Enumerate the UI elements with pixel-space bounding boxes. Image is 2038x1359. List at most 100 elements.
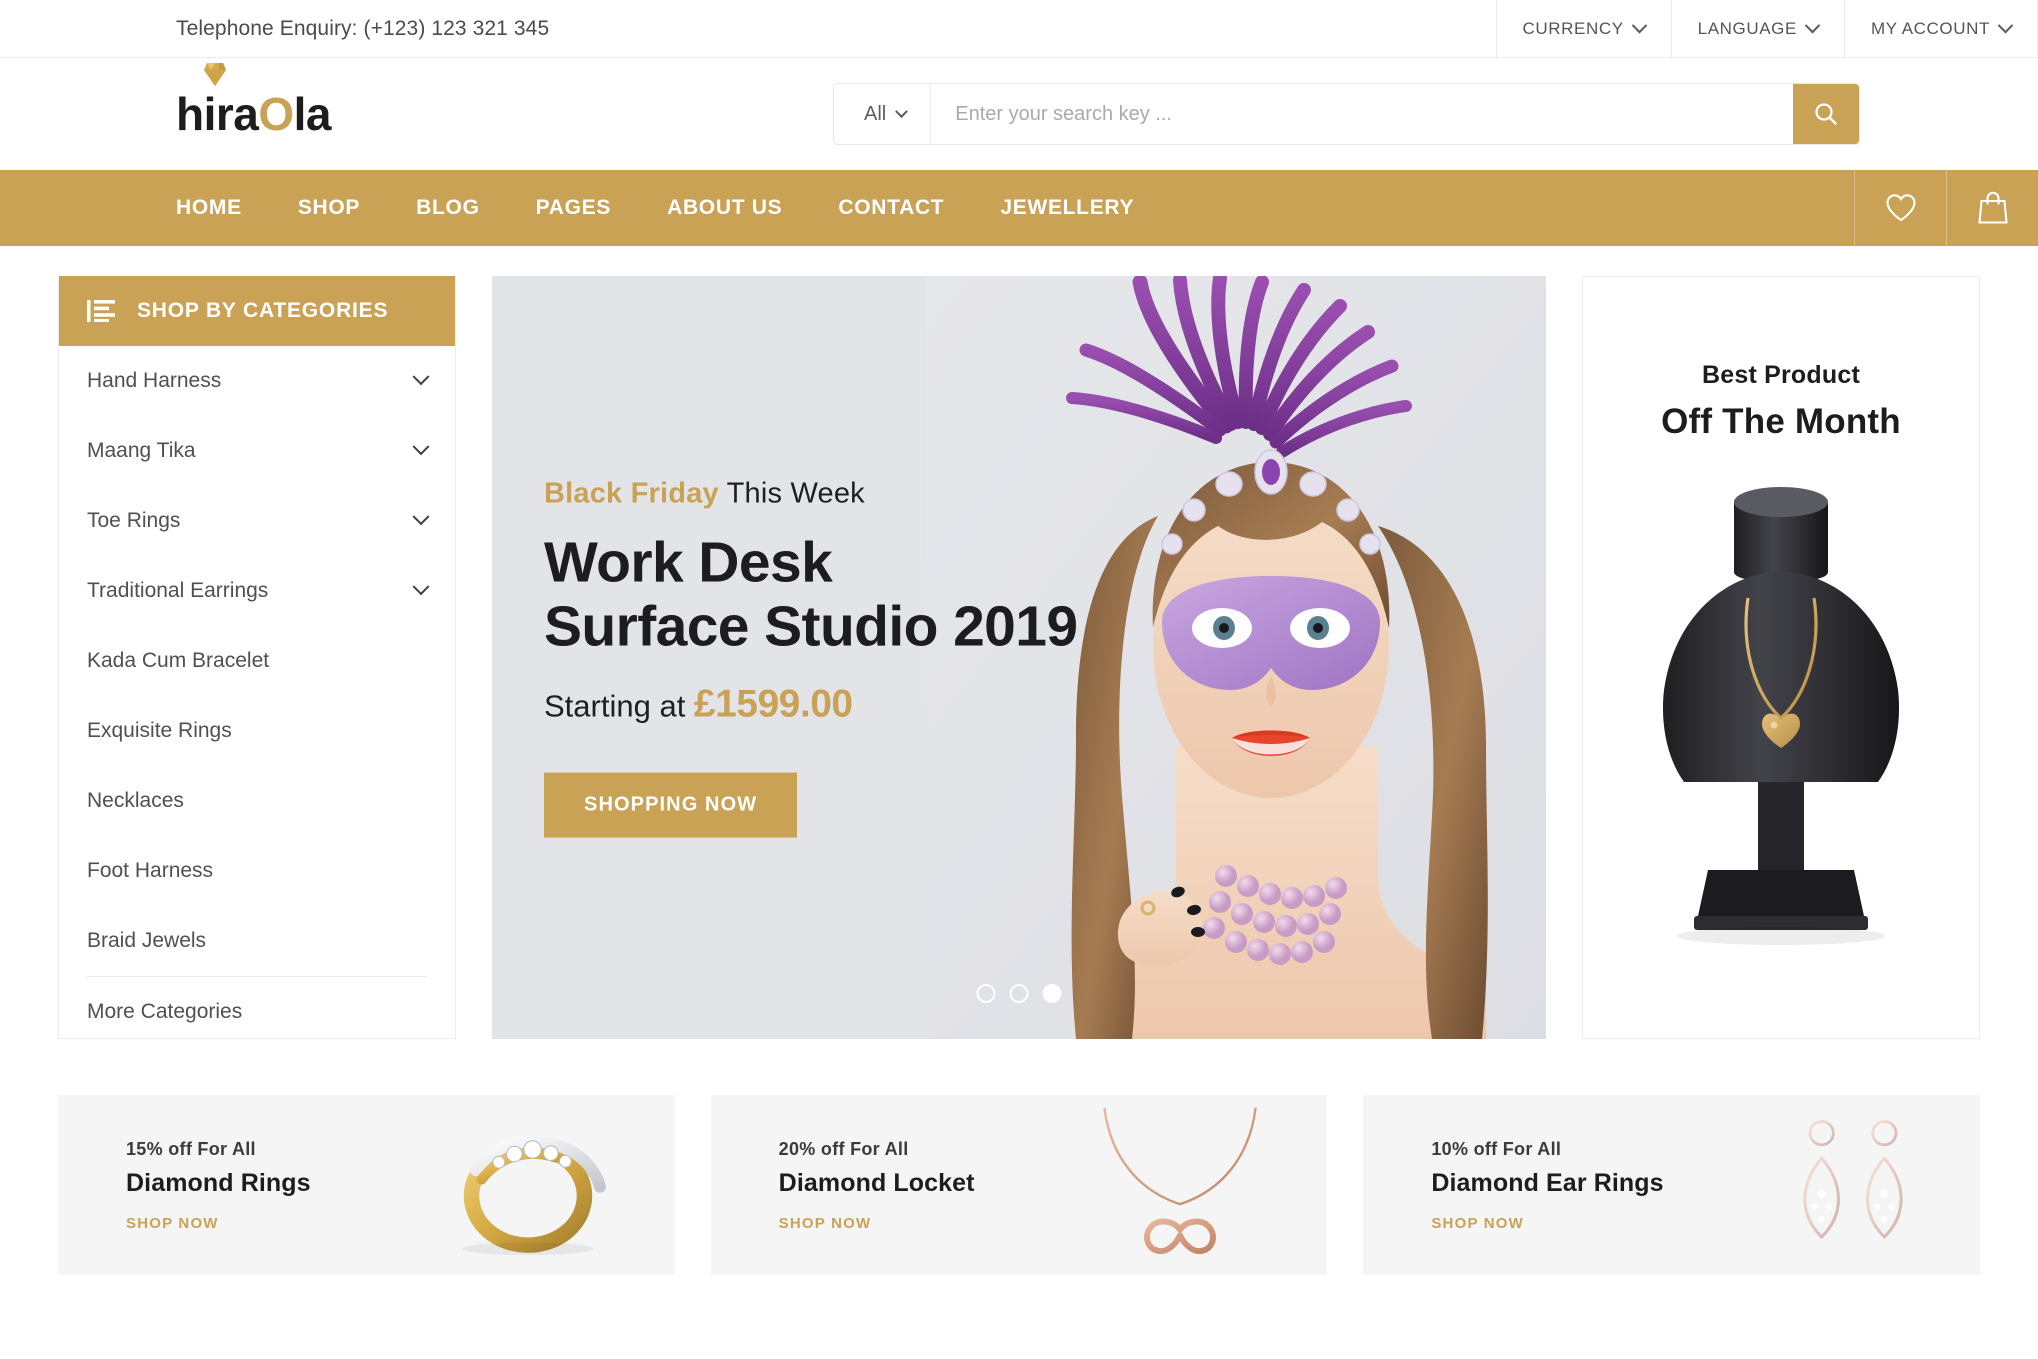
sidebar-item-hand-harness[interactable]: Hand Harness xyxy=(87,346,430,416)
logo-part-3: la xyxy=(293,88,332,140)
category-list-icon xyxy=(87,300,115,322)
hero-price-prefix: Starting at xyxy=(544,688,694,724)
promo-banner-row: 15% off For All Diamond Rings SHOP NOW 2… xyxy=(0,1039,2038,1275)
shop-by-categories-header[interactable]: SHOP BY CATEGORIES xyxy=(59,276,455,346)
promo-product-name: Diamond Rings xyxy=(126,1168,311,1197)
category-label: Braid Jewels xyxy=(87,929,207,952)
chevron-down-icon xyxy=(1997,17,2014,34)
chevron-down-icon xyxy=(895,104,909,118)
sidebar-item-more-categories[interactable]: More Categories xyxy=(87,976,427,1038)
promo-text-block: 20% off For All Diamond Locket SHOP NOW xyxy=(711,1139,975,1232)
promo-shop-now-link[interactable]: SHOP NOW xyxy=(779,1215,975,1232)
hero-kicker-rest: This Week xyxy=(718,477,865,510)
carousel-dots xyxy=(976,984,1062,1003)
nav-item-pages[interactable]: PAGES xyxy=(508,196,639,220)
sidebar-item-maang-tika[interactable]: Maang Tika xyxy=(87,416,430,486)
promo-text-block: 15% off For All Diamond Rings SHOP NOW xyxy=(58,1139,311,1232)
language-label: LANGUAGE xyxy=(1697,18,1797,38)
sidebar-item-foot-harness[interactable]: Foot Harness xyxy=(87,836,427,906)
search-submit-button[interactable] xyxy=(1793,84,1859,144)
wishlist-heart-icon xyxy=(1885,194,1916,222)
chevron-down-icon[interactable] xyxy=(412,578,430,596)
promo-banner-diamond-rings[interactable]: 15% off For All Diamond Rings SHOP NOW xyxy=(58,1095,675,1275)
search-category-dropdown[interactable]: All xyxy=(834,84,932,144)
language-selector[interactable]: LANGUAGE xyxy=(1670,0,1844,58)
nav-item-home[interactable]: HOME xyxy=(176,196,270,220)
category-label: Kada Cum Bracelet xyxy=(87,649,270,672)
diamond-ring-icon xyxy=(462,1135,606,1256)
category-list: Hand Harness Maang Tika Toe Rings Tradit… xyxy=(59,346,455,1038)
nav-item-contact[interactable]: CONTACT xyxy=(810,196,972,220)
necklace-display-bust-image xyxy=(1662,487,1900,945)
nav-item-jewellery[interactable]: JEWELLERY xyxy=(972,196,1162,220)
search-icon xyxy=(1815,103,1837,125)
chevron-down-icon[interactable] xyxy=(412,508,430,526)
best-product-subtitle: Best Product xyxy=(1702,361,1860,389)
hero-title: Work Desk Surface Studio 2019 xyxy=(544,530,1078,659)
nav-item-list: HOME SHOP BLOG PAGES ABOUT US CONTACT JE… xyxy=(176,196,1162,220)
main-navigation: HOME SHOP BLOG PAGES ABOUT US CONTACT JE… xyxy=(0,170,2038,246)
shopping-now-button[interactable]: SHOPPING NOW xyxy=(544,772,798,838)
promo-banner-diamond-ear-rings[interactable]: 10% off For All Diamond Ear Rings SHOP N… xyxy=(1363,1095,1981,1275)
my-account-menu[interactable]: MY ACCOUNT xyxy=(1843,0,2038,58)
carousel-dot-2[interactable] xyxy=(1009,984,1029,1003)
currency-selector[interactable]: CURRENCY xyxy=(1495,0,1671,58)
sidebar-header-label: SHOP BY CATEGORIES xyxy=(137,299,389,322)
carousel-dot-3[interactable] xyxy=(1042,984,1062,1003)
nav-item-about-us[interactable]: ABOUT US xyxy=(639,196,810,220)
promo-shop-now-link[interactable]: SHOP NOW xyxy=(1431,1215,1663,1232)
logo-wordmark: hiraOla xyxy=(176,88,332,140)
main-content: SHOP BY CATEGORIES Hand Harness Maang Ti… xyxy=(0,246,2038,1039)
hero-title-line-1: Work Desk xyxy=(544,530,833,595)
sidebar-item-exquisite-rings[interactable]: Exquisite Rings xyxy=(87,696,427,766)
chevron-down-icon[interactable] xyxy=(412,438,430,456)
site-header: hiraOla All xyxy=(0,58,2038,170)
category-sidebar: SHOP BY CATEGORIES Hand Harness Maang Ti… xyxy=(58,276,456,1039)
hero-title-line-2: Surface Studio 2019 xyxy=(544,594,1078,659)
my-account-label: MY ACCOUNT xyxy=(1870,18,1990,38)
logo-part-2: a xyxy=(233,88,259,140)
top-bar: Telephone Enquiry: (+123) 123 321 345 CU… xyxy=(0,0,2038,58)
promo-discount-label: 15% off For All xyxy=(126,1138,256,1159)
shopping-bag-icon xyxy=(1977,191,2008,224)
nav-item-shop[interactable]: SHOP xyxy=(270,196,388,220)
search-input[interactable] xyxy=(931,84,1793,144)
site-logo[interactable]: hiraOla xyxy=(176,63,332,140)
telephone-enquiry: Telephone Enquiry: (+123) 123 321 345 xyxy=(176,16,550,40)
cart-button[interactable] xyxy=(1946,170,2038,246)
category-label: Foot Harness xyxy=(87,859,214,882)
infinity-necklace-icon xyxy=(1103,1106,1258,1254)
hero-price: Starting at £1599.00 xyxy=(544,683,1077,727)
best-product-title: Off The Month xyxy=(1661,402,1901,441)
category-label: Maang Tika xyxy=(87,439,196,462)
top-bar-right-nav: CURRENCY LANGUAGE MY ACCOUNT xyxy=(1495,0,2038,58)
sidebar-item-traditional-earrings[interactable]: Traditional Earrings xyxy=(87,556,430,626)
sidebar-item-necklaces[interactable]: Necklaces xyxy=(87,766,427,836)
sidebar-item-toe-rings[interactable]: Toe Rings xyxy=(87,486,430,556)
promo-banner-diamond-locket[interactable]: 20% off For All Diamond Locket SHOP NOW xyxy=(710,1095,1328,1275)
sidebar-item-kada-cum-bracelet[interactable]: Kada Cum Bracelet xyxy=(87,626,427,696)
chevron-down-icon xyxy=(1804,17,1821,34)
hero-copy-block: Black Friday This Week Work Desk Surface… xyxy=(544,477,1078,838)
chevron-down-icon[interactable] xyxy=(412,368,430,386)
promo-product-name: Diamond Ear Rings xyxy=(1431,1168,1664,1197)
diamond-earrings-icon xyxy=(1803,1119,1903,1239)
sidebar-item-braid-jewels[interactable]: Braid Jewels xyxy=(87,906,427,976)
category-label: Traditional Earrings xyxy=(87,579,269,602)
wishlist-button[interactable] xyxy=(1854,170,1946,246)
nav-item-blog[interactable]: BLOG xyxy=(388,196,507,220)
promo-text-block: 10% off For All Diamond Ear Rings SHOP N… xyxy=(1363,1139,1663,1232)
search-category-label: All xyxy=(864,102,887,125)
diamond-icon xyxy=(204,63,226,86)
logo-accent-o: O xyxy=(258,88,294,140)
nav-action-icons xyxy=(1854,170,2038,246)
best-product-panel[interactable]: Best Product Off The Month xyxy=(1582,276,1980,1039)
hero-kicker-highlight: Black Friday xyxy=(544,477,719,510)
promo-shop-now-link[interactable]: SHOP NOW xyxy=(126,1215,311,1232)
hero-price-amount: £1599.00 xyxy=(693,682,853,726)
category-label: Necklaces xyxy=(87,789,184,812)
category-label: Hand Harness xyxy=(87,369,222,392)
carousel-dot-1[interactable] xyxy=(976,984,996,1003)
currency-label: CURRENCY xyxy=(1522,18,1624,38)
more-categories-label: More Categories xyxy=(87,999,243,1023)
